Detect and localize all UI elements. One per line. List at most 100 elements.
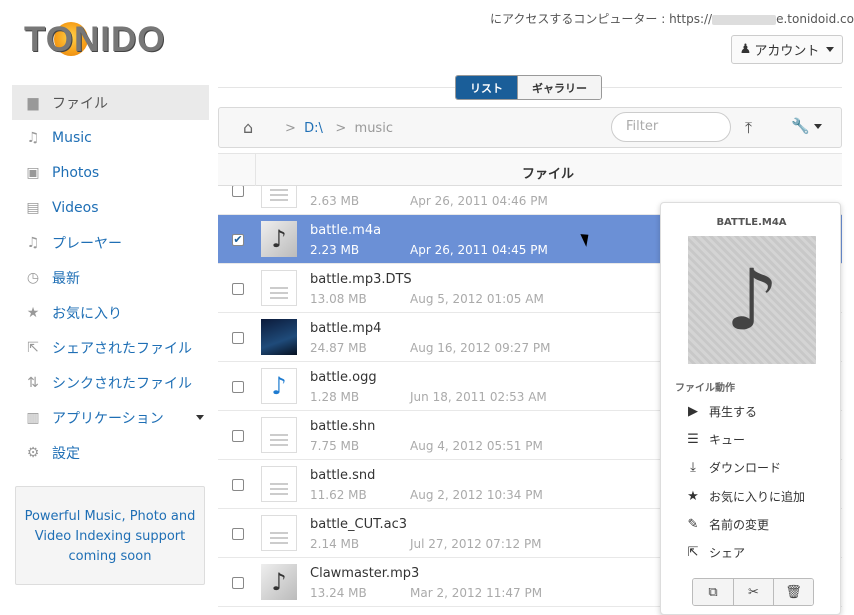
sidebar-item[interactable]: ▥ アプリケーション <box>12 400 209 435</box>
row-checkbox[interactable] <box>232 479 244 491</box>
list-view-button[interactable]: リスト <box>456 76 517 99</box>
tonido-logo[interactable]: TONIDO <box>24 16 174 62</box>
file-action-label: お気に入りに追加 <box>709 489 806 504</box>
home-icon[interactable]: ⌂ <box>243 118 253 137</box>
filter-input[interactable]: Filter <box>611 112 731 142</box>
music-note-icon: ♫ <box>26 234 40 251</box>
music-note-icon: ♪ <box>261 368 297 404</box>
sidebar-item[interactable]: ⇅ シンクされたファイル <box>12 365 209 400</box>
sidebar-item[interactable]: ⚙ 設定 <box>12 435 209 470</box>
upload-icon[interactable]: ⤒ <box>745 118 752 138</box>
file-action-label: ダウンロード <box>709 460 782 475</box>
sidebar-item[interactable]: ⇱ シェアされたファイル <box>12 330 209 365</box>
file-action-label: シェア <box>709 545 746 560</box>
file-name[interactable]: battle_CUT.ac3 <box>310 517 407 532</box>
column-header-file[interactable]: ファイル <box>218 163 854 182</box>
trash-icon[interactable]: 🗑 <box>773 579 813 605</box>
film-icon: ▤ <box>26 199 40 216</box>
file-date: Jun 18, 2011 02:53 AM <box>410 390 547 404</box>
table-header: ファイル <box>218 153 842 186</box>
copy-icon[interactable]: ⧉ <box>693 579 733 605</box>
scissors-icon[interactable]: ✂ <box>733 579 773 605</box>
gallery-view-button[interactable]: ギャラリー <box>517 76 601 99</box>
sidebar-item-label: プレーヤー <box>52 235 122 252</box>
file-date: Aug 16, 2012 09:27 PM <box>410 341 551 355</box>
row-checkbox[interactable] <box>232 283 244 295</box>
sidebar-item[interactable]: ♫ Music <box>12 120 209 155</box>
file-action[interactable]: ▶ 再生する <box>685 401 757 421</box>
photo-icon: ▣ <box>26 164 40 181</box>
sidebar-item-label: シェアされたファイル <box>52 340 192 357</box>
caret-down-icon <box>813 123 822 129</box>
file-action[interactable]: ⤓ ダウンロード <box>685 457 781 477</box>
file-date: Mar 2, 2012 11:47 PM <box>410 586 543 600</box>
settings-menu-button[interactable]: 🔧 <box>791 117 822 135</box>
breadcrumb-drive[interactable]: D:\ <box>304 121 323 136</box>
caret-down-icon <box>826 47 835 52</box>
file-date: Jul 27, 2012 07:12 PM <box>410 537 542 551</box>
sidebar-item[interactable]: ▆ ファイル <box>12 85 209 120</box>
file-action[interactable]: ⇱ シェア <box>685 542 745 562</box>
sidebar-item-label: Photos <box>52 164 100 181</box>
file-action[interactable]: ★ お気に入りに追加 <box>685 486 805 506</box>
row-checkbox[interactable] <box>232 430 244 442</box>
breadcrumb-separator: > <box>285 121 301 136</box>
sidebar-item[interactable]: ★ お気に入り <box>12 295 209 330</box>
music-note-icon: ♪ <box>261 221 297 257</box>
row-checkbox[interactable]: ✔ <box>232 234 244 246</box>
share-icon: ⇱ <box>27 339 39 356</box>
file-name[interactable]: battle.m4a <box>310 223 381 238</box>
row-checkbox[interactable] <box>232 577 244 589</box>
file-name[interactable]: battle.snd <box>310 468 375 483</box>
file-button-group: ⧉ ✂ 🗑 <box>692 578 814 606</box>
sidebar-item[interactable]: ◷ 最新 <box>12 260 209 295</box>
account-button[interactable]: ♟ アカウント <box>731 35 843 64</box>
sidebar-item-label: アプリケーション <box>52 410 164 427</box>
file-size: 7.75 MB <box>310 439 360 453</box>
file-name[interactable]: battle.shn <box>310 419 375 434</box>
sidebar-item-label: お気に入り <box>52 305 122 322</box>
row-checkbox[interactable] <box>232 381 244 393</box>
redacted-host <box>712 14 777 25</box>
row-checkbox[interactable] <box>232 528 244 540</box>
toolbar: ⌂ > D:\ > music Filter ⤒ 🔧 <box>218 107 842 148</box>
user-icon: ♟ <box>739 42 752 57</box>
caret-down-icon <box>195 415 204 420</box>
sidebar-item[interactable]: ♫ プレーヤー <box>12 225 209 260</box>
sidebar: ▆ ファイル ♫ Music ▣ Photos ▤ Videos ♫ プレーヤー ◷ 最新 ★ お気に入り… <box>12 85 209 470</box>
access-url-suffix: e.tonidoid.com <box>776 12 854 26</box>
gears-icon: ⚙ <box>26 444 40 461</box>
file-info-panel: BATTLE.M4A ♪ ファイル動作 ▶ 再生する ☰ キュー ⤓ ダウンロード ★ お気に… <box>660 202 841 615</box>
sidebar-item-label: Videos <box>52 199 99 216</box>
actions-header: ファイル動作 <box>675 383 735 394</box>
share-icon: ⇱ <box>687 544 699 560</box>
access-url-prefix: にアクセスするコンピューター : https:// <box>490 12 713 26</box>
row-checkbox[interactable] <box>232 186 244 197</box>
edit-icon: ✎ <box>687 516 699 532</box>
sidebar-item-label: 設定 <box>52 445 80 462</box>
file-name[interactable]: battle.mp4 <box>310 321 381 336</box>
breadcrumb-folder: music <box>354 121 393 136</box>
row-checkbox[interactable] <box>232 332 244 344</box>
star-icon: ★ <box>26 304 40 321</box>
document-icon <box>261 515 297 551</box>
video-thumbnail <box>261 319 297 355</box>
file-size: 1.28 MB <box>310 390 360 404</box>
file-size: 2.23 MB <box>310 243 360 257</box>
folder-icon: ▆ <box>27 94 39 111</box>
file-action-label: 再生する <box>709 404 758 419</box>
file-name[interactable]: battle.mp3.DTS <box>310 272 412 287</box>
breadcrumb: > D:\ > music <box>285 121 393 136</box>
file-action[interactable]: ☰ キュー <box>685 429 745 449</box>
account-label: アカウント <box>754 44 820 59</box>
file-size: 24.87 MB <box>310 341 367 355</box>
sidebar-item[interactable]: ▣ Photos <box>12 155 209 190</box>
file-action[interactable]: ✎ 名前の変更 <box>685 514 769 534</box>
file-name[interactable]: Clawmaster.mp3 <box>310 566 419 581</box>
star-icon: ★ <box>687 488 699 504</box>
file-name[interactable]: battle.ogg <box>310 370 377 385</box>
panel-title: BATTLE.M4A <box>716 217 787 228</box>
logo-text: TONIDO <box>24 20 166 59</box>
sidebar-item-label: ファイル <box>52 95 108 112</box>
sidebar-item[interactable]: ▤ Videos <box>12 190 209 225</box>
